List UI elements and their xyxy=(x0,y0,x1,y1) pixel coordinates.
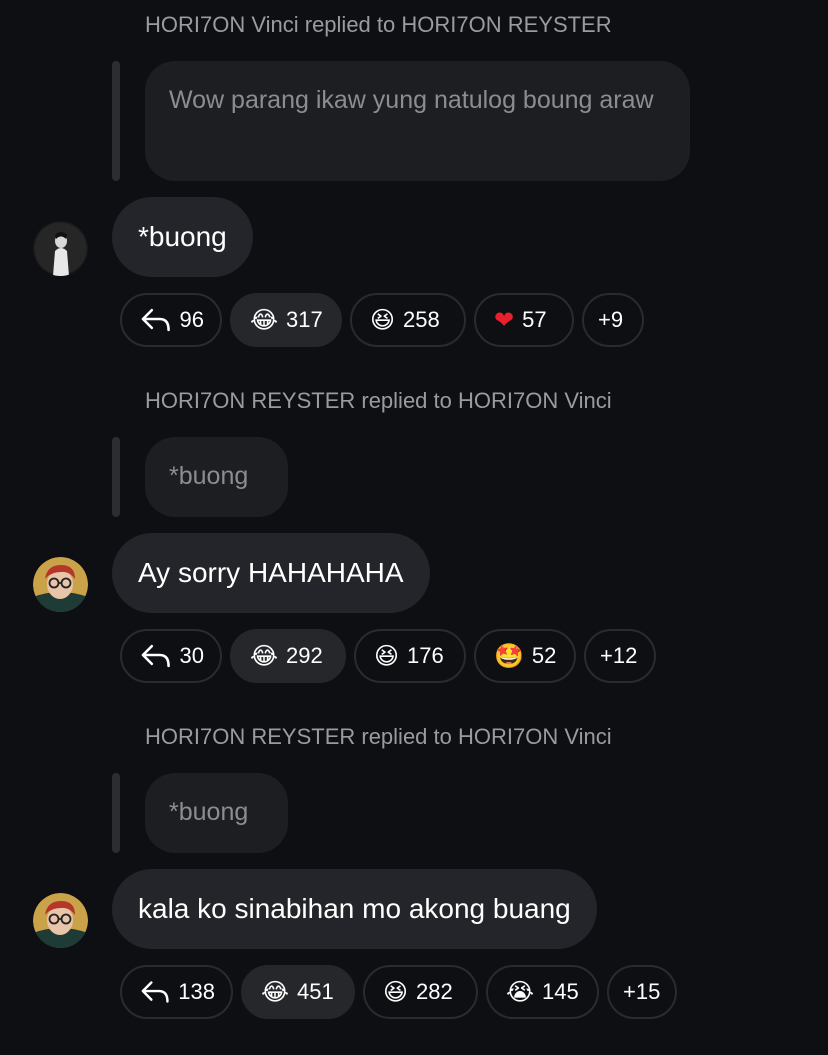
reply-arrow-icon xyxy=(141,981,169,1003)
reply-button[interactable]: 30 xyxy=(120,629,222,683)
quote-bar xyxy=(112,773,120,853)
reaction-loudly-crying[interactable]: 😭 145 xyxy=(486,965,599,1019)
reaction-grin-squint[interactable]: 😆 258 xyxy=(350,293,466,347)
reaction-laugh-cry[interactable]: 😂 317 xyxy=(230,293,342,347)
reaction-grin-squint[interactable]: 😆 282 xyxy=(363,965,478,1019)
reply-header: HORI7ON REYSTER replied to HORI7ON Vinci xyxy=(145,388,612,413)
grin-squint-emoji-icon: 😆 xyxy=(370,306,396,334)
message-bubble[interactable]: Ay sorry HAHAHAHA xyxy=(112,533,430,613)
quote-bar xyxy=(112,61,120,181)
reply-count: 138 xyxy=(178,979,215,1004)
reply-arrow-icon xyxy=(141,308,170,332)
red-hair-glasses-avatar-icon xyxy=(33,893,88,948)
quoted-message[interactable]: Wow parang ikaw yung natulog boung araw xyxy=(145,61,690,181)
reply-header: HORI7ON Vinci replied to HORI7ON REYSTER xyxy=(145,12,612,37)
laugh-cry-emoji-icon: 😂 xyxy=(250,642,279,670)
quoted-message[interactable]: *buong xyxy=(145,437,288,517)
reaction-count: 317 xyxy=(286,307,323,332)
reply-button[interactable]: 96 xyxy=(120,293,222,347)
reaction-heart[interactable]: ❤ 57 xyxy=(474,293,574,347)
red-hair-glasses-avatar-icon xyxy=(33,557,88,612)
grin-squint-emoji-icon: 😆 xyxy=(383,978,409,1006)
red-heart-emoji-icon: ❤ xyxy=(494,306,515,334)
reaction-count: 57 xyxy=(522,307,547,332)
grin-squint-emoji-icon: 😆 xyxy=(374,642,400,670)
quoted-message[interactable]: *buong xyxy=(145,773,288,853)
reaction-count: 176 xyxy=(407,643,444,668)
reaction-count: 282 xyxy=(416,979,453,1004)
message-bubble[interactable]: *buong xyxy=(112,197,253,277)
reply-count: 30 xyxy=(179,643,204,668)
message-bubble[interactable]: kala ko sinabihan mo akong buang xyxy=(112,869,597,949)
more-reactions-count: +15 xyxy=(623,979,661,1004)
reaction-count: 52 xyxy=(531,643,557,668)
laugh-cry-emoji-icon: 😂 xyxy=(261,978,290,1006)
reaction-bar: 138 😂 451 😆 282 😭 145 +15 xyxy=(120,965,677,1019)
avatar[interactable] xyxy=(33,893,88,948)
dark-portrait-avatar-icon xyxy=(33,221,88,276)
reaction-count: 451 xyxy=(297,979,334,1004)
avatar[interactable] xyxy=(33,221,88,276)
reaction-count: 258 xyxy=(403,307,440,332)
reaction-count: 145 xyxy=(542,979,579,1004)
laugh-cry-emoji-icon: 😂 xyxy=(250,306,279,334)
reaction-laugh-cry[interactable]: 😂 292 xyxy=(230,629,346,683)
reaction-bar: 96 😂 317 😆 258 ❤ 57 +9 xyxy=(120,293,644,347)
more-reactions-button[interactable]: +9 xyxy=(582,293,644,347)
reply-arrow-icon xyxy=(141,644,170,668)
reaction-grin-squint[interactable]: 😆 176 xyxy=(354,629,466,683)
reaction-count: 292 xyxy=(286,643,323,668)
reaction-laugh-cry[interactable]: 😂 451 xyxy=(241,965,355,1019)
loudly-crying-emoji-icon: 😭 xyxy=(506,978,535,1006)
avatar[interactable] xyxy=(33,557,88,612)
more-reactions-count: +12 xyxy=(600,643,638,668)
reaction-bar: 30 😂 292 😆 176 🤩 52 +12 xyxy=(120,629,656,683)
more-reactions-button[interactable]: +12 xyxy=(584,629,656,683)
star-struck-emoji-icon: 🤩 xyxy=(494,642,524,670)
quote-bar xyxy=(112,437,120,517)
more-reactions-count: +9 xyxy=(598,307,624,332)
reply-header: HORI7ON REYSTER replied to HORI7ON Vinci xyxy=(145,724,612,749)
more-reactions-button[interactable]: +15 xyxy=(607,965,677,1019)
reply-button[interactable]: 138 xyxy=(120,965,233,1019)
reaction-star-struck[interactable]: 🤩 52 xyxy=(474,629,576,683)
reply-count: 96 xyxy=(179,307,204,332)
